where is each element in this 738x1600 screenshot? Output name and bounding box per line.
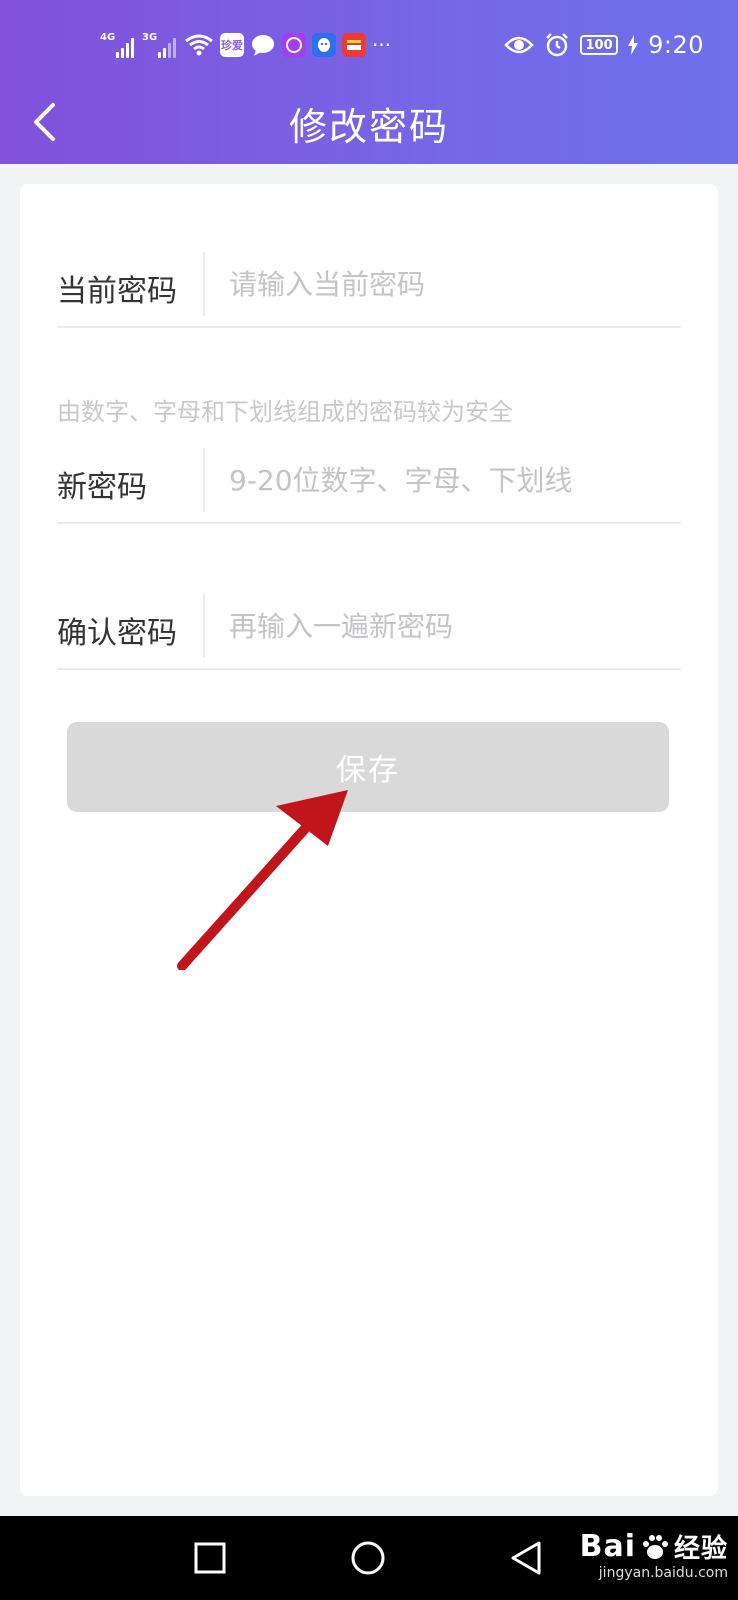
current-password-row: 当前密码 <box>57 252 681 328</box>
watermark-url: jingyan.baidu.com <box>598 1565 728 1581</box>
field-divider <box>203 594 205 658</box>
new-password-row: 新密码 <box>57 448 681 524</box>
current-password-label: 当前密码 <box>57 274 177 309</box>
confirm-password-input[interactable] <box>229 600 669 652</box>
new-password-label: 新密码 <box>57 470 147 505</box>
baidu-jingyan-watermark: Bai 经验 jingyan.baidu.com <box>580 1528 728 1581</box>
baidu-logo: Bai 经验 <box>579 1529 728 1564</box>
signal-3g-icon: 3G <box>142 32 178 58</box>
square-icon <box>194 1542 226 1574</box>
password-hint: 由数字、字母和下划线组成的密码较为安全 <box>57 398 513 426</box>
status-bar: 4G 3G 珍爱 ··· 100 9:20 <box>0 0 738 92</box>
annotation-arrow <box>177 790 348 970</box>
more-notifications-icon: ··· <box>372 33 392 57</box>
qq-app-icon <box>312 33 336 57</box>
nav-bar: 修改密码 <box>0 92 738 164</box>
system-nav-bar: Bai 经验 jingyan.baidu.com <box>0 1516 738 1600</box>
paw-icon <box>642 1534 668 1559</box>
status-right-icons: 100 9:20 <box>504 28 704 62</box>
back-nav-button[interactable] <box>504 1536 548 1580</box>
battery-indicator: 100 <box>580 35 619 55</box>
app-header: 4G 3G 珍爱 ··· 100 9:20 修改密码 <box>0 0 738 164</box>
zhenai-app-icon: 珍爱 <box>220 33 244 57</box>
status-left-icons: 4G 3G 珍爱 ··· <box>100 30 391 60</box>
field-divider <box>203 448 205 512</box>
confirm-password-row: 确认密码 <box>57 594 681 670</box>
recent-apps-button[interactable] <box>188 1536 232 1580</box>
network-type-label: 4G <box>100 32 116 43</box>
circle-icon <box>351 1541 385 1575</box>
home-button[interactable] <box>346 1536 390 1580</box>
eye-comfort-icon <box>504 36 534 54</box>
message-icon <box>252 35 274 56</box>
alarm-icon <box>546 33 568 57</box>
signal-4g-icon: 4G <box>100 32 136 58</box>
current-password-input[interactable] <box>229 258 669 310</box>
new-password-input[interactable] <box>229 454 669 506</box>
charging-icon <box>628 35 639 55</box>
news-app-icon <box>342 33 366 57</box>
field-divider <box>203 252 205 316</box>
triangle-back-icon <box>511 1541 541 1575</box>
wifi-icon <box>185 34 213 56</box>
save-button[interactable]: 保存 <box>67 722 669 812</box>
network-type-label: 3G <box>142 32 158 43</box>
status-time: 9:20 <box>648 31 704 59</box>
chat-app-icon <box>282 33 306 57</box>
password-form-card: 当前密码 由数字、字母和下划线组成的密码较为安全 新密码 确认密码 保存 <box>20 184 718 1496</box>
confirm-password-label: 确认密码 <box>57 616 177 651</box>
page-title: 修改密码 <box>288 105 449 149</box>
